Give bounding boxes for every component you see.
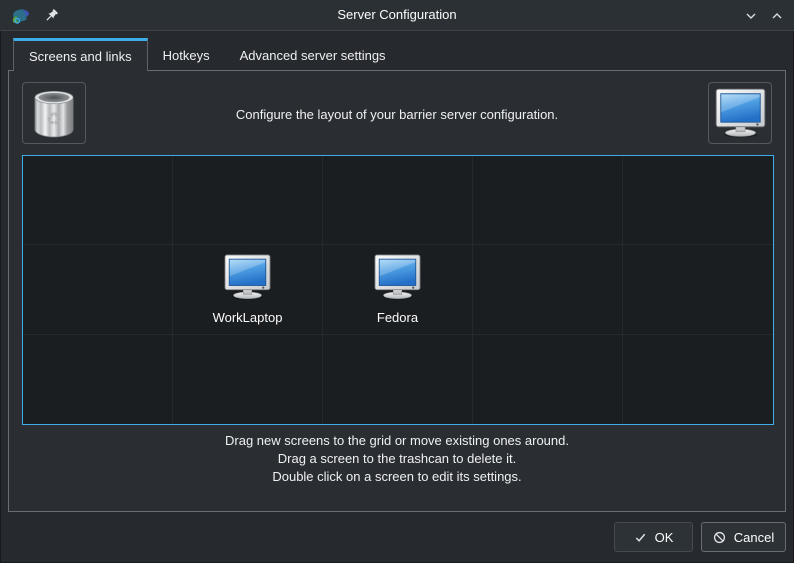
pin-icon[interactable]: [43, 8, 59, 24]
new-screen-monitor-icon: [713, 88, 768, 138]
ok-button-label: OK: [655, 530, 674, 545]
screen-name-label: WorkLaptop: [213, 310, 283, 325]
ok-button[interactable]: OK: [614, 522, 693, 552]
grid-cell[interactable]: [23, 156, 173, 245]
trashcan-drop-target[interactable]: [22, 82, 86, 144]
screens-and-links-panel: Configure the layout of your barrier ser…: [8, 70, 786, 512]
cancel-button[interactable]: Cancel: [701, 522, 786, 552]
grid-cell[interactable]: [173, 156, 323, 245]
grid-cell[interactable]: [323, 335, 473, 424]
tab-label: Advanced server settings: [240, 48, 386, 63]
screen-name-label: Fedora: [377, 310, 418, 325]
screen-fedora[interactable]: Fedora: [323, 245, 472, 333]
grid-cell[interactable]: [323, 156, 473, 245]
cancel-button-label: Cancel: [734, 530, 774, 545]
instruction-line: Drag a screen to the trashcan to delete …: [9, 450, 785, 468]
trashcan-icon: [29, 86, 79, 141]
grid-cell[interactable]: Fedora: [323, 245, 473, 334]
monitor-icon: [372, 254, 423, 300]
window-title: Server Configuration: [0, 0, 794, 31]
grid-cell[interactable]: [473, 335, 623, 424]
grid-cell[interactable]: [623, 335, 773, 424]
instructions-text: Drag new screens to the grid or move exi…: [9, 432, 785, 486]
dialog-button-row: OK Cancel: [614, 522, 786, 552]
barrier-app-icon[interactable]: [10, 6, 30, 26]
monitor-icon: [222, 254, 273, 300]
grid-cell[interactable]: [173, 335, 323, 424]
chevron-down-icon[interactable]: [744, 9, 758, 23]
grid-cell[interactable]: [473, 156, 623, 245]
screen-layout-grid: WorkLaptop Fedora: [22, 155, 774, 425]
grid-cell[interactable]: [23, 335, 173, 424]
instruction-line: Double click on a screen to edit its set…: [9, 468, 785, 486]
titlebar[interactable]: Server Configuration: [0, 0, 794, 31]
tab-hotkeys[interactable]: Hotkeys: [148, 40, 225, 70]
chevron-up-icon[interactable]: [770, 9, 784, 23]
tab-label: Hotkeys: [163, 48, 210, 63]
prohibition-icon: [713, 531, 726, 544]
grid-cell[interactable]: [623, 245, 773, 334]
check-icon: [634, 531, 647, 544]
tab-label: Screens and links: [29, 49, 132, 64]
new-screen-drag-source[interactable]: [708, 82, 772, 144]
tab-screens-and-links[interactable]: Screens and links: [13, 38, 148, 71]
screen-worklaptop[interactable]: WorkLaptop: [173, 245, 322, 333]
grid-cell[interactable]: [23, 245, 173, 334]
grid-cell[interactable]: [623, 156, 773, 245]
grid-cell[interactable]: [473, 245, 623, 334]
instruction-line: Drag new screens to the grid or move exi…: [9, 432, 785, 450]
tab-bar: Screens and links Hotkeys Advanced serve…: [0, 31, 794, 70]
panel-description: Configure the layout of your barrier ser…: [99, 107, 695, 122]
tab-advanced-server-settings[interactable]: Advanced server settings: [225, 40, 401, 70]
server-configuration-dialog: Server Configuration Screens and links H…: [0, 0, 794, 563]
grid-cell[interactable]: WorkLaptop: [173, 245, 323, 334]
